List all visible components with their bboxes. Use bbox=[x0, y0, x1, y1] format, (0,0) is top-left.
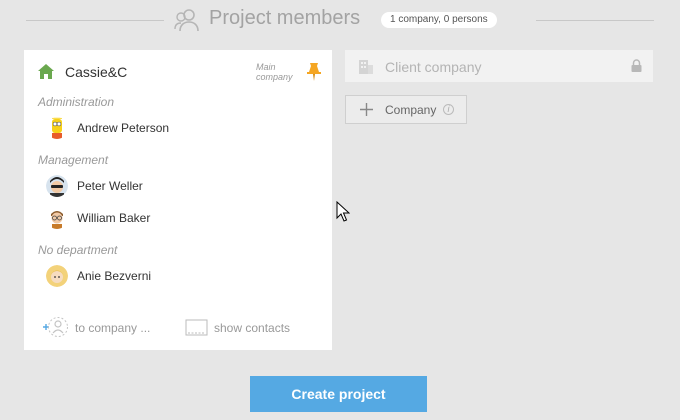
sunglasses-avatar-icon bbox=[46, 175, 68, 197]
page-title: Project members bbox=[209, 7, 361, 29]
lock-icon bbox=[631, 59, 642, 72]
header-divider-right bbox=[536, 20, 654, 21]
company-card-header: Cassie&C Main company bbox=[38, 62, 322, 82]
main-company-label: Main company bbox=[256, 62, 293, 82]
contacts-card-icon bbox=[185, 319, 208, 336]
company-card-footer: to company ... show contacts bbox=[42, 316, 312, 338]
info-icon[interactable]: i bbox=[443, 104, 454, 115]
member-name: Peter Weller bbox=[77, 179, 143, 193]
member-item[interactable]: Andrew Peterson bbox=[46, 117, 306, 139]
add-to-company-label: to company ... bbox=[75, 321, 151, 335]
member-name: William Baker bbox=[77, 211, 151, 225]
header-divider-left bbox=[26, 20, 164, 21]
blonde-avatar-icon bbox=[46, 265, 68, 287]
glasses-avatar-icon bbox=[51, 211, 63, 229]
create-project-button[interactable]: Create project bbox=[250, 376, 427, 412]
plus-icon bbox=[360, 103, 373, 116]
member-item[interactable]: William Baker bbox=[46, 207, 306, 229]
show-contacts-link[interactable]: show contacts bbox=[185, 316, 295, 338]
building-icon bbox=[359, 60, 373, 74]
mouse-cursor-icon bbox=[336, 201, 350, 222]
add-to-company-link[interactable]: to company ... bbox=[42, 316, 154, 338]
member-name: Andrew Peterson bbox=[77, 121, 170, 135]
project-members-header: Project members 1 company, 0 persons bbox=[26, 6, 654, 34]
department-label: Management bbox=[38, 153, 109, 167]
company-name[interactable]: Cassie&C bbox=[65, 64, 127, 80]
people-icon bbox=[174, 9, 199, 32]
member-name: Anie Bezverni bbox=[77, 269, 152, 283]
client-company-label: Client company bbox=[385, 59, 482, 75]
client-company-field: Client company bbox=[345, 50, 653, 82]
member-item[interactable]: Anie Bezverni bbox=[46, 265, 306, 287]
members-count-badge: 1 company, 0 persons bbox=[381, 12, 497, 28]
add-company-button[interactable]: Company i bbox=[345, 95, 467, 124]
add-company-label: Company bbox=[385, 103, 437, 117]
member-item[interactable]: Peter Weller bbox=[46, 175, 306, 197]
pin-icon[interactable] bbox=[306, 62, 322, 82]
show-contacts-label: show contacts bbox=[214, 321, 291, 335]
home-icon bbox=[38, 64, 54, 79]
add-person-icon bbox=[43, 317, 68, 337]
bart-avatar-icon bbox=[52, 117, 62, 139]
department-label: No department bbox=[38, 243, 118, 257]
main-company-card: Cassie&C Main company Administration And… bbox=[24, 50, 332, 350]
department-label: Administration bbox=[38, 95, 115, 109]
